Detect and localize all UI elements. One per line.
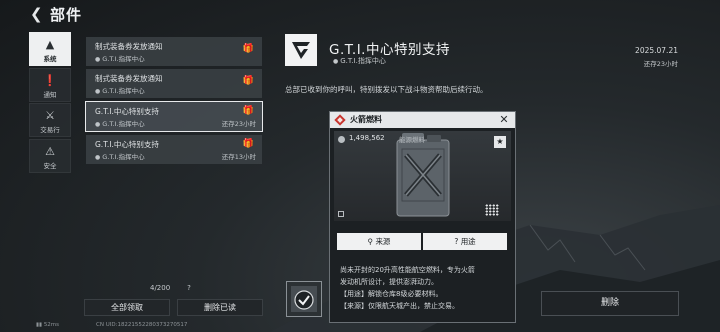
mail-title: G.T.I.中心特别支持 — [95, 107, 159, 116]
mail-list-item[interactable]: 制式装备券发放通知 ● G.T.I.指挥中心 🎁 — [86, 37, 262, 66]
notice-icon: ❗ — [43, 73, 57, 87]
person-icon: ● — [95, 154, 101, 161]
mail-detail-remaining: 还存23小时 — [643, 60, 678, 68]
close-icon[interactable]: ✕ — [498, 114, 510, 126]
nav-label: 交易行 — [40, 126, 60, 134]
mail-title: 制式装备券发放通知 — [95, 74, 163, 83]
storage-icon — [338, 211, 344, 217]
nav-label: 系统 — [43, 55, 57, 63]
mail-detail-sender-name: G.T.I.指挥中心 — [340, 57, 386, 65]
opened-gift-icon: 🎁 — [242, 106, 254, 116]
mail-list-item[interactable]: G.T.I.中心特别支持 ● G.T.I.指挥中心 🎁 还存13小时 — [86, 135, 262, 164]
mail-remaining: 还存23小时 — [221, 120, 256, 128]
mail-sender: ● G.T.I.指挥中心 — [95, 118, 145, 128]
mail-title: 制式装备券发放通知 — [95, 42, 163, 51]
item-type: 能源燃料 — [399, 136, 425, 144]
mail-detail-date: 2025.07.21 — [635, 46, 678, 55]
category-nav: ▲ 系统 ❗ 通知 ⚔ 交易行 ⚠ 安全 — [29, 32, 71, 174]
mail-sender-name: G.T.I.指挥中心 — [102, 120, 145, 128]
gift-icon: 🎁 — [242, 76, 254, 86]
coin-icon — [338, 136, 345, 143]
mail-remaining: 还存13小时 — [221, 153, 256, 161]
mail-sender: ● G.T.I.指挥中心 — [95, 53, 145, 63]
delete-button[interactable]: 删除 — [541, 291, 679, 316]
item-description: 尚未开封的20升高性能航空燃料，专为火箭 发动机所设计，提供澎湃动力。 【用途】… — [340, 264, 510, 312]
mail-sender: ● G.T.I.指挥中心 — [95, 151, 145, 161]
attachment-slot[interactable] — [286, 281, 322, 317]
popup-header: 火箭燃料 ✕ — [330, 112, 515, 128]
item-description-line: 尚未开封的20升高性能航空燃料，专为火箭 — [340, 266, 475, 274]
warning-icon: ⚠ — [45, 144, 55, 158]
trade-icon: ⚔ — [45, 109, 55, 122]
nav-label: 安全 — [43, 161, 57, 170]
person-icon: ● — [333, 58, 339, 65]
opened-gift-icon: 🎁 — [242, 139, 254, 149]
signal-icon: ▮▮ — [36, 322, 44, 328]
item-detail-popup: 火箭燃料 ✕ 1,498,562 能源燃料 ★ ⚲ 来源 ? 用途 尚未开封的2… — [329, 111, 516, 323]
ping-value: 52ms — [43, 322, 60, 328]
nav-item-notice[interactable]: ❗ 通知 — [29, 67, 71, 102]
rarity-icon — [334, 114, 346, 126]
star-icon[interactable]: ★ — [494, 136, 506, 148]
item-size-grid-icon — [485, 204, 499, 216]
delete-read-button[interactable]: 删除已读 — [177, 299, 263, 316]
item-description-line: 发动机所设计，提供澎湃动力。 — [340, 278, 438, 286]
mail-detail-body: 总部已收到你的呼叫，特别拨发以下战斗物资帮助后续行动。 — [285, 85, 488, 94]
mail-title: G.T.I.中心特别支持 — [95, 140, 159, 149]
mail-sender-name: G.T.I.指挥中心 — [102, 153, 145, 161]
item-name: 火箭燃料 — [350, 115, 382, 124]
nav-label: 通知 — [43, 90, 57, 99]
person-icon: ● — [95, 88, 101, 95]
system-icon: ▲ — [45, 38, 55, 51]
source-label: 来源 — [375, 237, 391, 246]
network-ping: ▮▮ 52ms — [36, 322, 59, 328]
nav-item-system[interactable]: ▲ 系统 — [29, 32, 71, 66]
person-icon: ● — [95, 121, 101, 128]
back-arrow-icon[interactable]: ❮ — [30, 6, 44, 22]
mail-list-item-selected[interactable]: G.T.I.中心特别支持 ● G.T.I.指挥中心 🎁 还存23小时 — [85, 101, 263, 132]
mail-detail-title: G.T.I.中心特别支持 — [329, 42, 450, 58]
person-icon: ● — [95, 56, 101, 63]
item-price: 1,498,562 — [349, 134, 385, 142]
item-description-line: 【来源】仅限航天城产出，禁止交易。 — [340, 302, 459, 310]
page-title: 部件 — [50, 6, 83, 24]
mail-sender-name: G.T.I.指挥中心 — [102, 55, 145, 63]
usage-label: 用途 — [460, 237, 476, 246]
mail-count: 4/200 — [150, 284, 171, 292]
mail-list-item[interactable]: 制式装备券发放通知 ● G.T.I.指挥中心 🎁 — [86, 69, 262, 98]
nav-item-security[interactable]: ⚠ 安全 — [29, 138, 71, 173]
mail-detail-sender: ● G.T.I.指挥中心 — [333, 56, 386, 66]
help-icon[interactable]: ? — [184, 283, 194, 293]
source-button[interactable]: ⚲ 来源 — [337, 233, 421, 250]
nav-item-trade[interactable]: ⚔ 交易行 — [29, 103, 71, 137]
gift-icon: 🎁 — [242, 44, 254, 54]
check-icon — [294, 290, 314, 310]
mail-sender-name: G.T.I.指挥中心 — [102, 87, 145, 95]
claim-all-button[interactable]: 全部领取 — [84, 299, 170, 316]
mail-sender: ● G.T.I.指挥中心 — [95, 85, 145, 95]
usage-button[interactable]: ? 用途 — [423, 233, 507, 250]
user-uid: CN UID:18221552280373270517 — [96, 322, 188, 328]
gti-logo — [285, 34, 317, 66]
item-description-line: 【用途】解锁仓库8级必要材料。 — [340, 290, 443, 298]
